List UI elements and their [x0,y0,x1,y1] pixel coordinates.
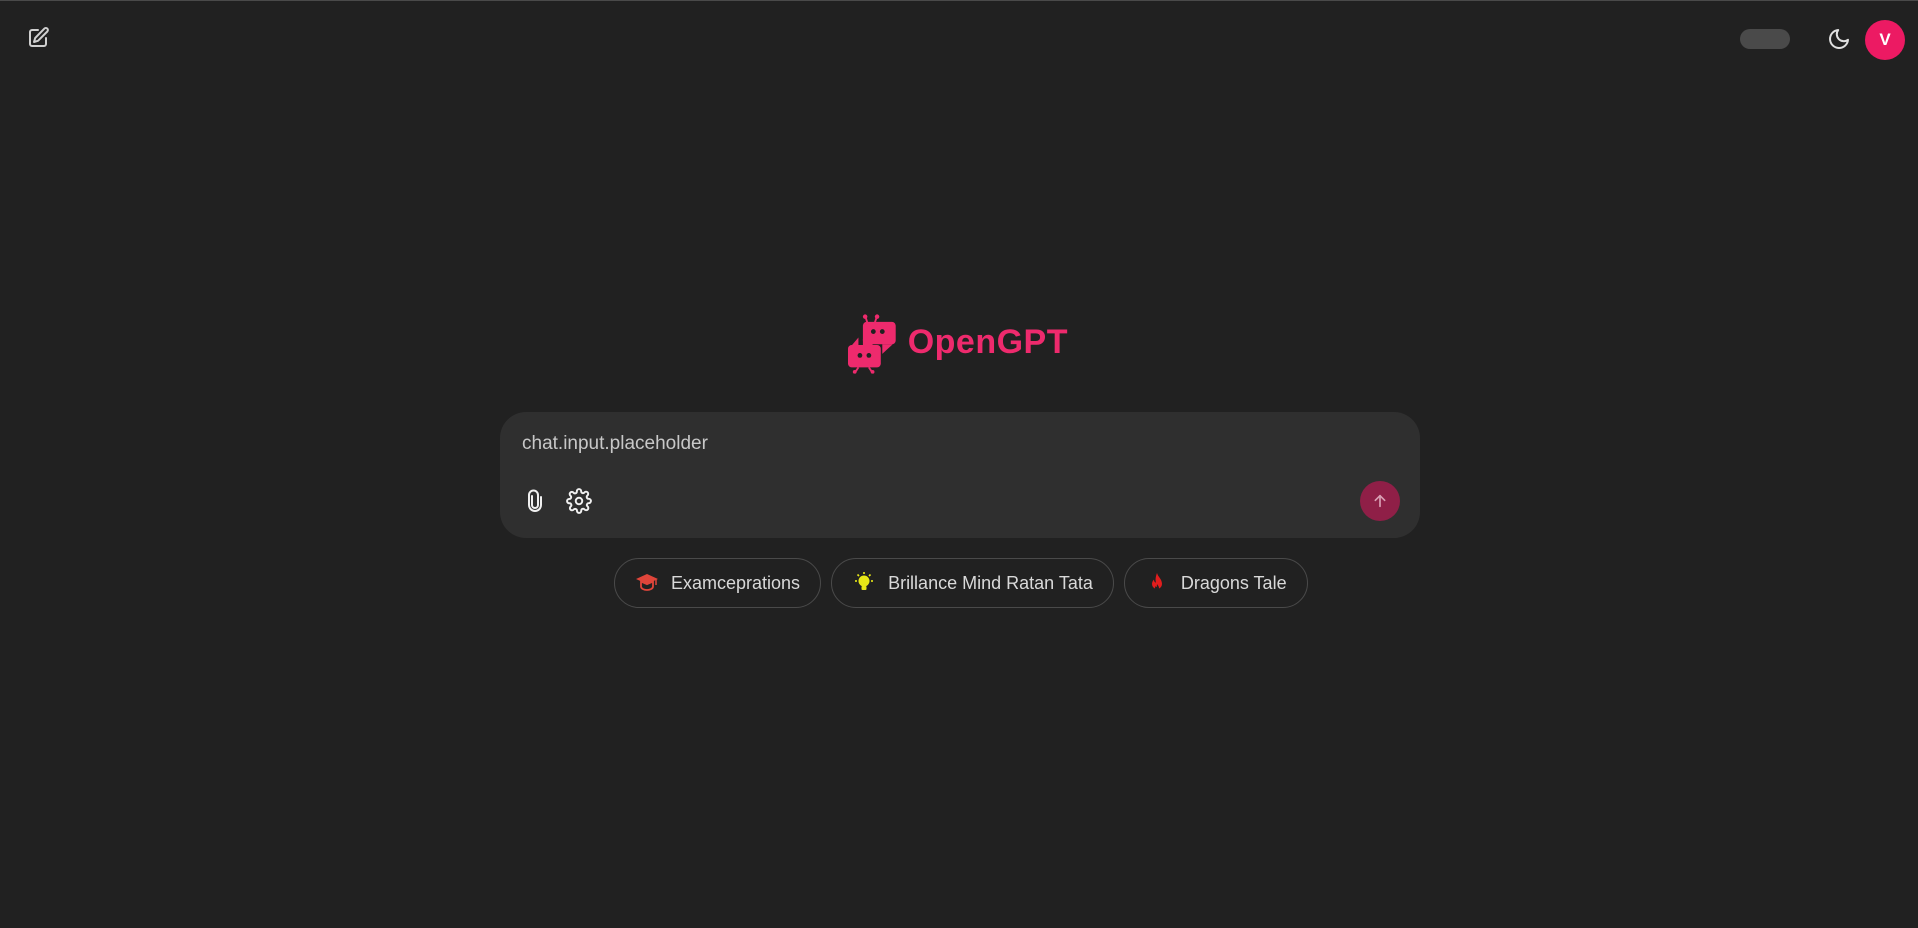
settings-button[interactable] [562,484,596,518]
app-logo: OpenGPT [848,298,1068,386]
fire-icon [1145,571,1169,595]
graduation-cap-icon [635,571,659,595]
suggestion-chip-ratan-tata[interactable]: Brillance Mind Ratan Tata [831,558,1114,608]
suggestion-chip-dragons-tale[interactable]: Dragons Tale [1123,558,1308,608]
suggestion-chip-label: Dragons Tale [1180,572,1287,593]
top-border [0,0,1918,1]
edit-icon [29,27,49,47]
suggestion-chip-label: Brillance Mind Ratan Tata [888,572,1093,593]
moon-icon [1829,29,1849,49]
new-chat-button[interactable] [20,20,56,56]
suggestion-chip-exam[interactable]: Examceprations [614,558,822,608]
lightbulb-icon [852,571,876,595]
suggestion-chip-label: Examceprations [671,572,801,593]
send-button[interactable] [1360,481,1400,521]
suggestion-chips: Examceprations Brillance Mind Ratan Tata… [614,558,1308,608]
paperclip-icon [528,489,542,512]
avatar[interactable]: V [1865,20,1905,60]
arrow-up-icon [1374,494,1386,508]
chat-input[interactable] [520,428,1384,460]
theme-toggle-button[interactable] [1822,22,1856,56]
attach-button[interactable] [518,484,552,518]
gear-icon [566,488,592,514]
avatar-initial: V [1879,30,1891,49]
model-selector-placeholder[interactable] [1740,29,1790,49]
chat-composer [500,412,1420,538]
robots-logo-icon [848,314,896,374]
logo-text: OpenGPT [907,322,1068,361]
